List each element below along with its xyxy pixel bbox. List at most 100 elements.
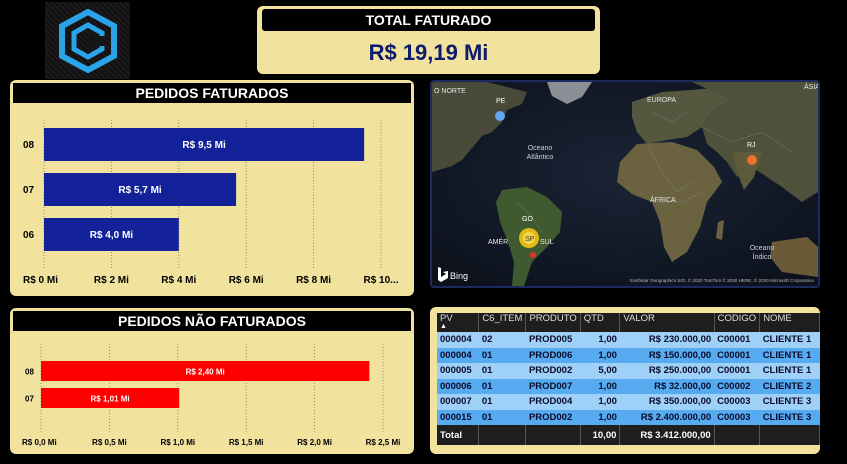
map-label-africa: ÁFRICA [650, 195, 676, 204]
column-header-nome[interactable]: NOME [759, 313, 820, 332]
x-tick-label: R$ 2,5 Mi [366, 438, 401, 447]
pedidos-nao-faturados-panel: PEDIDOS NÃO FATURADOS R$ 0,0 Mi R$ 0,5 Mi… [10, 308, 414, 454]
category-label: 07 [23, 185, 35, 196]
table-cell: 1,00 [580, 409, 620, 425]
column-header-pv[interactable]: PV ▲ [437, 313, 480, 332]
x-tick-label: R$ 0,5 Mi [92, 438, 127, 447]
map-label-europe: EUROPA [647, 97, 676, 104]
orders-table-panel: PV ▲ C6_ITEM PRODUTO QTD VALOR CODIGO NOM… [430, 307, 820, 454]
table-cell: CLIENTE 2 [759, 378, 820, 394]
world-map[interactable]: O NORTE EUROPA ÁSIA ÁFRICA AMÉR SUL Ocea… [432, 82, 818, 286]
table-row[interactable]: 000015 01 PROD002 1,00 R$ 2.400.000,00 C00003… [437, 409, 820, 425]
table-cell: 1,00 [580, 347, 620, 363]
category-label: 06 [23, 230, 35, 241]
table-cell: 000007 [437, 394, 479, 410]
table-cell: R$ 2.400.000,00 [619, 409, 715, 425]
data-label: R$ 5,7 Mi [118, 185, 162, 196]
table-header-row: PV ▲ C6_ITEM PRODUTO QTD VALOR CODIGO NOM… [437, 313, 820, 332]
table-row[interactable]: 000005 01 PROD002 5,00 R$ 250.000,00 C00001 CL… [437, 363, 820, 379]
map-marker-rj[interactable] [747, 155, 757, 165]
marker-label-sp: SP [525, 236, 535, 243]
table-cell: 01 [478, 394, 526, 410]
table-row[interactable]: 000007 01 PROD004 1,00 R$ 350.000,00 C00003 CL… [437, 394, 820, 410]
table-cell: 01 [478, 409, 526, 425]
orders-table: PV ▲ C6_ITEM PRODUTO QTD VALOR CODIGO NOM… [437, 313, 820, 445]
pedidos-nao-faturados-chart: R$ 0,0 Mi R$ 0,5 Mi R$ 1,0 Mi R$ 1,5 Mi R$ 2… [22, 344, 401, 447]
table-cell: PROD006 [525, 347, 581, 363]
table-cell: 01 [478, 363, 526, 379]
marker-label-rj: RJ [747, 142, 756, 149]
column-header-valor[interactable]: VALOR [619, 313, 715, 332]
map-label-america-right: SUL [540, 239, 554, 246]
table-cell: 1,00 [580, 332, 620, 348]
x-tick-label: R$ 4 Mi [161, 275, 196, 286]
map-label-north: O NORTE [434, 88, 466, 95]
x-tick-label: R$ 10... [363, 275, 398, 286]
column-header-produto[interactable]: PRODUTO [525, 313, 581, 332]
column-header-codigo[interactable]: CODIGO [714, 313, 761, 332]
x-tick-label: R$ 0,0 Mi [22, 438, 57, 447]
table-cell: 02 [478, 332, 526, 348]
x-tick-label: R$ 1,0 Mi [160, 438, 195, 447]
total-valor: R$ 3.412.000,00 [619, 425, 715, 445]
map-marker-red[interactable] [530, 252, 536, 258]
table-cell: C00002 [714, 378, 760, 394]
table-cell: CLIENTE 1 [759, 347, 820, 363]
marker-label-pe: PE [496, 98, 506, 105]
category-label: 08 [23, 140, 35, 151]
column-header-qtd[interactable]: QTD [580, 313, 621, 332]
data-label: R$ 4,0 Mi [90, 230, 134, 241]
map-credits: Earthstar Geographics SIO, © 2020 TomTom… [630, 277, 814, 283]
column-header-c6-item[interactable]: C6_ITEM [478, 313, 527, 332]
map-marker-pe[interactable] [495, 111, 505, 121]
category-label: 07 [25, 395, 34, 404]
table-cell: CLIENTE 1 [759, 363, 820, 379]
table-cell: 01 [478, 347, 526, 363]
table-cell: R$ 32.000,00 [619, 378, 715, 394]
kpi-value: R$ 19,19 Mi [368, 40, 489, 65]
table-cell: 000006 [437, 378, 479, 394]
total-label: Total [437, 425, 480, 445]
table-cell: PROD002 [525, 363, 581, 379]
pedidos-faturados-chart: R$ 0 Mi R$ 2 Mi R$ 4 Mi R$ 6 Mi R$ 8 Mi R$ 10… [23, 120, 399, 286]
total-qtd: 10,00 [580, 425, 621, 445]
table-cell: PROD002 [525, 409, 581, 425]
table-cell: 1,00 [580, 394, 620, 410]
table-cell: 000015 [437, 409, 479, 425]
bing-label: Bing [450, 271, 468, 281]
data-label: R$ 2,40 Mi [186, 368, 225, 377]
table-cell: C00001 [714, 363, 760, 379]
table-cell: PROD004 [525, 394, 581, 410]
table-cell: PROD005 [525, 332, 581, 348]
table-cell: PROD007 [525, 378, 581, 394]
table-cell: R$ 230.000,00 [619, 332, 715, 348]
x-tick-label: R$ 0 Mi [23, 275, 58, 286]
table-row[interactable]: 000004 02 PROD005 1,00 R$ 230.000,00 C00001 CL… [437, 332, 820, 348]
table-cell: 1,00 [580, 378, 620, 394]
x-tick-label: R$ 1,5 Mi [229, 438, 264, 447]
table-row[interactable]: 000006 01 PROD007 1,00 R$ 32.000,00 C00002 CLI… [437, 378, 820, 394]
company-logo [45, 2, 130, 79]
x-tick-label: R$ 2 Mi [94, 275, 129, 286]
table-cell: C00003 [714, 394, 760, 410]
total-faturado-card: TOTAL FATURADO R$ 19,19 Mi [257, 6, 600, 74]
table-cell: CLIENTE 1 [759, 332, 820, 348]
table-cell: 000004 [437, 332, 479, 348]
data-label: R$ 1,01 Mi [91, 395, 130, 404]
pedidos-faturados-panel: PEDIDOS FATURADOS R$ 0 Mi R$ 2 Mi R$ 4 Mi R… [10, 80, 414, 296]
x-tick-label: R$ 6 Mi [229, 275, 264, 286]
table-total-row: Total 10,00 R$ 3.412.000,00 [437, 425, 820, 445]
x-tick-label: R$ 8 Mi [296, 275, 331, 286]
map-label-america-left: AMÉR [488, 237, 508, 246]
table-cell: CLIENTE 3 [759, 394, 820, 410]
x-tick-label: R$ 2,0 Mi [297, 438, 332, 447]
data-label: R$ 9,5 Mi [182, 140, 226, 151]
map-label-asia: ÁSIA [804, 82, 818, 91]
map-visual[interactable]: O NORTE EUROPA ÁSIA ÁFRICA AMÉR SUL Ocea… [430, 80, 820, 288]
table-cell: C00001 [714, 332, 760, 348]
table-row[interactable]: 000004 01 PROD006 1,00 R$ 150.000,00 C00001 CL… [437, 347, 820, 363]
hexagon-logo-icon [58, 8, 117, 73]
table-cell: C00003 [714, 409, 760, 425]
kpi-title: TOTAL FATURADO [262, 9, 595, 31]
table-cell: R$ 350.000,00 [619, 394, 715, 410]
